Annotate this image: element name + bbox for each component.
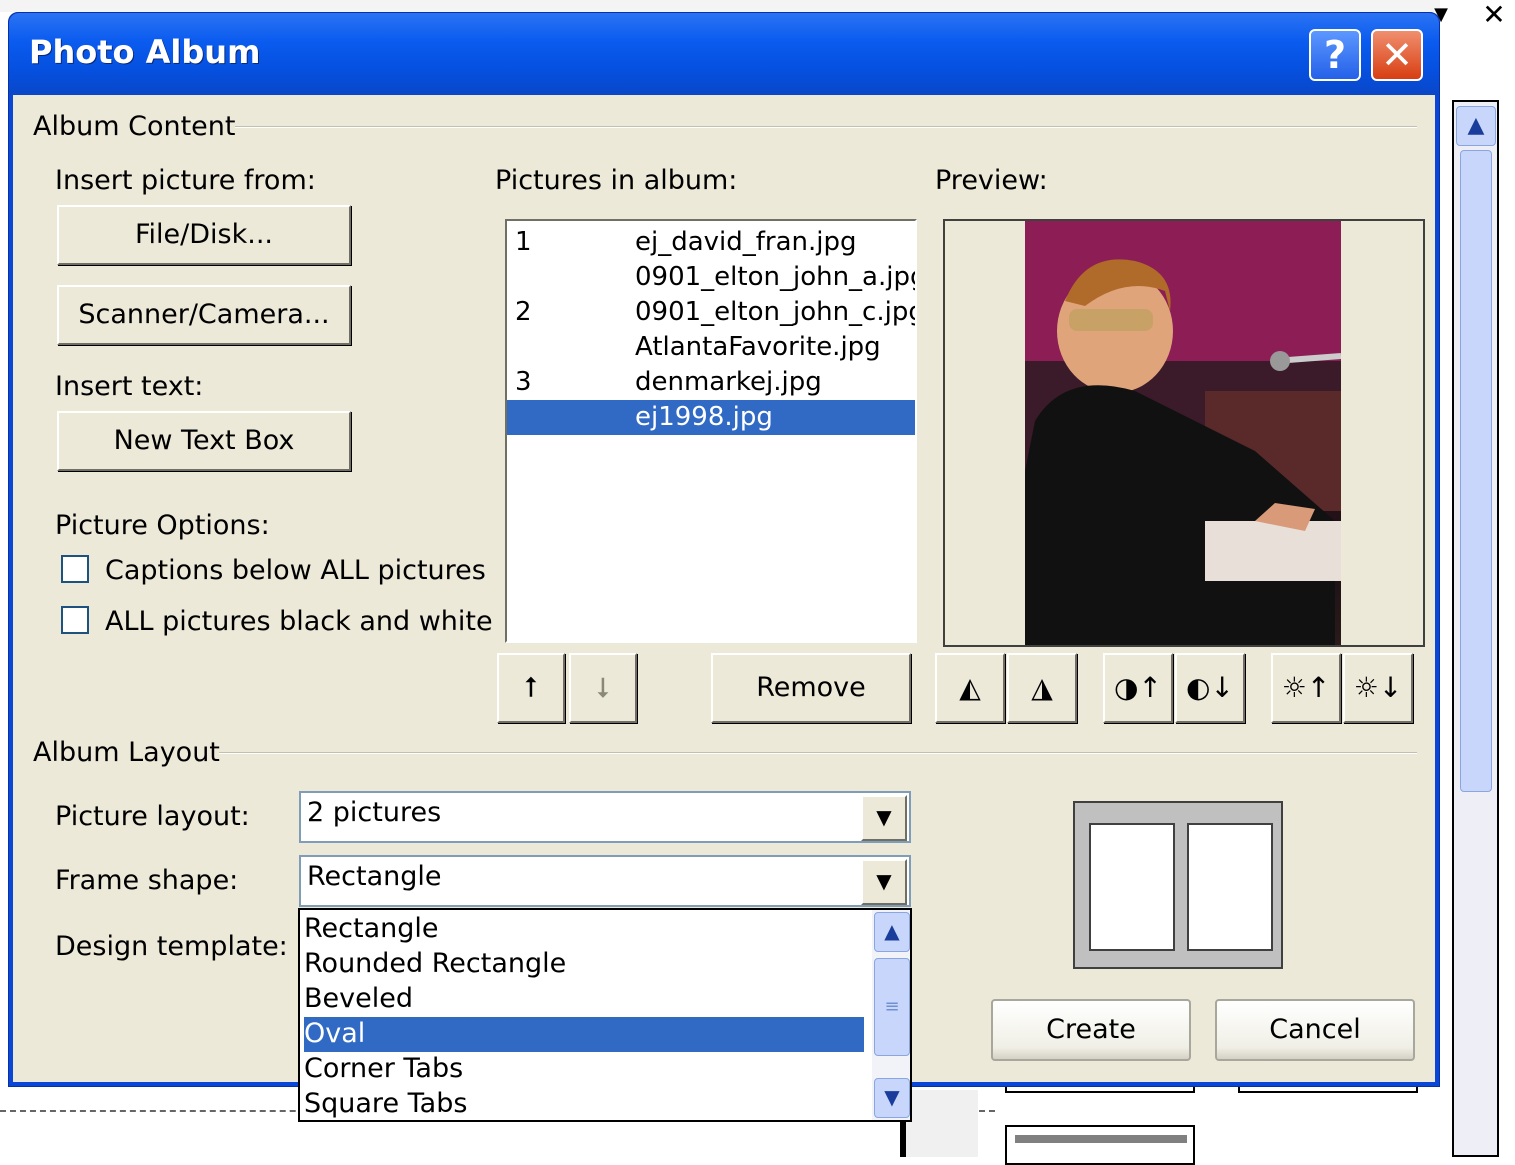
dropdown-option[interactable]: Rounded Rectangle <box>304 947 864 982</box>
scanner-camera-button[interactable]: Scanner/Camera... <box>57 285 351 345</box>
dropdown-option-highlighted[interactable]: Oval <box>303 1016 865 1053</box>
cancel-button[interactable]: Cancel <box>1215 999 1415 1061</box>
picture-layout-label: Picture layout: <box>55 801 250 832</box>
dropdown-option[interactable]: Rectangle <box>304 912 864 947</box>
captions-checkbox[interactable] <box>61 555 89 583</box>
frame-shape-dropdown-list[interactable]: Rectangle Rounded Rectangle Beveled Oval… <box>298 908 912 1122</box>
move-down-button[interactable]: ⭣ <box>569 653 637 723</box>
layout-frame <box>1089 823 1175 951</box>
close-button[interactable]: ✕ <box>1371 29 1423 81</box>
dropdown-option[interactable]: Corner Tabs <box>304 1052 864 1087</box>
insert-picture-label: Insert picture from: <box>55 165 316 196</box>
picture-preview <box>943 219 1425 647</box>
list-item[interactable]: AtlantaFavorite.jpg <box>507 330 915 365</box>
preview-photo <box>1025 221 1342 645</box>
pictures-in-album-list[interactable]: 1 ej_david_fran.jpg 0901_elton_john_a.jpg… <box>505 219 917 643</box>
file-disk-button[interactable]: File/Disk... <box>57 205 351 265</box>
help-button[interactable]: ? <box>1309 29 1361 81</box>
arrow-down-icon: ⭣ <box>596 671 610 704</box>
scroll-up-icon[interactable]: ▲ <box>874 912 910 952</box>
dropdown-option[interactable]: Beveled <box>304 982 864 1017</box>
arrow-up-icon: ⭡ <box>524 671 538 704</box>
less-brightness-button[interactable]: ☼↓ <box>1343 653 1413 723</box>
close-icon: ✕ <box>1381 33 1413 77</box>
list-item[interactable]: 2 0901_elton_john_c.jpg <box>507 295 915 330</box>
picture-layout-select[interactable]: 2 pictures ▼ <box>299 791 911 843</box>
black-white-checkbox[interactable] <box>61 606 89 634</box>
group-divider <box>219 752 1417 754</box>
chevron-down-icon[interactable]: ▼ <box>861 859 907 905</box>
background-close-icon[interactable]: ✕ <box>1478 0 1510 30</box>
brightness-down-icon: ☼↓ <box>1353 671 1403 704</box>
rotate-left-button[interactable]: ◭ <box>935 653 1005 723</box>
title-bar[interactable]: Photo Album ? ✕ <box>9 13 1439 95</box>
more-brightness-button[interactable]: ☼↑ <box>1271 653 1341 723</box>
person-at-piano-image <box>1025 221 1342 645</box>
scroll-down-icon[interactable]: ▼ <box>874 1078 910 1118</box>
move-up-button[interactable]: ⭡ <box>497 653 565 723</box>
help-icon: ? <box>1323 33 1347 77</box>
list-item-selected[interactable]: ej1998.jpg <box>507 400 915 435</box>
frame-shape-label: Frame shape: <box>55 865 239 896</box>
brightness-up-icon: ☼↑ <box>1281 671 1331 704</box>
dialog-title: Photo Album <box>29 33 261 71</box>
insert-text-label: Insert text: <box>55 371 204 402</box>
dropdown-scrollbar[interactable]: ▲ ≡ ▼ <box>872 910 910 1120</box>
list-item[interactable]: 1 ej_david_fran.jpg <box>507 225 915 260</box>
scroll-thumb[interactable]: ≡ <box>874 958 910 1056</box>
background-app-toolbar <box>0 0 1515 12</box>
picture-options-label: Picture Options: <box>55 510 270 541</box>
rotate-right-button[interactable]: ◮ <box>1007 653 1077 723</box>
album-layout-group-label: Album Layout <box>33 737 220 768</box>
dropdown-option[interactable]: Square Tabs <box>304 1087 864 1120</box>
album-content-group-label: Album Content <box>33 111 236 142</box>
rotate-right-icon: ◮ <box>1031 671 1053 704</box>
layout-preview <box>1073 801 1283 969</box>
chevron-down-icon[interactable]: ▼ <box>861 795 907 841</box>
background-slide-thumbnail[interactable] <box>1005 1125 1195 1165</box>
list-item[interactable]: 0901_elton_john_a.jpg <box>507 260 915 295</box>
captions-option-label[interactable]: Captions below ALL pictures <box>105 555 486 586</box>
layout-frame <box>1187 823 1273 951</box>
create-button[interactable]: Create <box>991 999 1191 1061</box>
list-item[interactable]: 3 denmarkej.jpg <box>507 365 915 400</box>
thumbnail-title-bar <box>1015 1135 1187 1143</box>
remove-button[interactable]: Remove <box>711 653 911 723</box>
scroll-up-icon[interactable]: ▲ <box>1456 106 1496 146</box>
rotate-left-icon: ◭ <box>959 671 981 704</box>
frame-shape-select[interactable]: Rectangle ▼ <box>299 855 911 907</box>
more-contrast-button[interactable]: ◑↑ <box>1103 653 1173 723</box>
black-white-option-label[interactable]: ALL pictures black and white <box>105 606 493 637</box>
background-scrollbar[interactable]: ▲ <box>1452 100 1499 1157</box>
scroll-thumb[interactable] <box>1460 150 1492 792</box>
contrast-down-icon: ◐↓ <box>1186 671 1234 704</box>
pictures-in-album-label: Pictures in album: <box>495 165 738 196</box>
preview-label: Preview: <box>935 165 1048 196</box>
group-divider <box>235 126 1417 128</box>
design-template-label: Design template: <box>55 931 288 962</box>
less-contrast-button[interactable]: ◐↓ <box>1175 653 1245 723</box>
contrast-up-icon: ◑↑ <box>1114 671 1162 704</box>
new-text-box-button[interactable]: New Text Box <box>57 411 351 471</box>
